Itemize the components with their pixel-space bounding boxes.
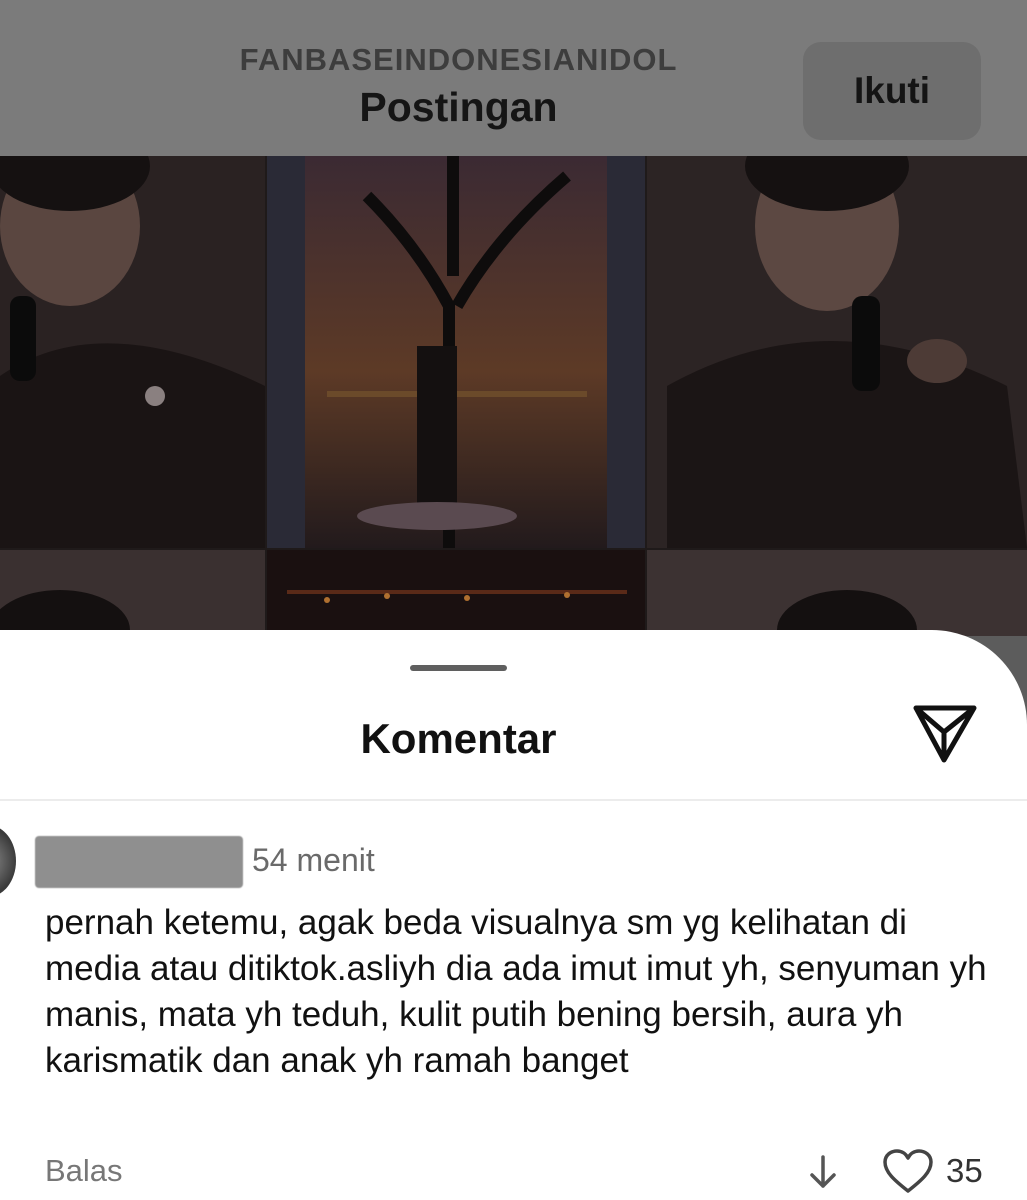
post-photo-collage[interactable] [0,156,1027,636]
comment-text: pernah ketemu, agak beda visualnya sm yg… [45,903,987,1080]
photo-lower-right [647,550,1027,636]
photo-lower-center [267,550,645,636]
sheet-divider [0,799,1027,801]
follow-button[interactable]: Ikuti [803,42,981,140]
like-count: 35 [946,1152,983,1189]
photo-lower-left [0,550,265,636]
photo-singer-left [0,156,265,548]
photo-stage-center [267,156,645,548]
share-icon[interactable] [912,702,978,764]
sheet-title: Komentar [360,715,557,762]
heart-icon[interactable] [882,1148,934,1194]
account-username[interactable]: FANBASEINDONESIANIDOL [0,42,917,78]
reply-button[interactable]: Balas [45,1153,123,1189]
sheet-grabber[interactable] [410,665,507,671]
photo-singer-right [647,156,1027,548]
redacted-username [35,836,243,888]
downvote-icon[interactable] [808,1154,838,1190]
page-title: Postingan [359,84,558,130]
comment-time: 54 menit [252,842,375,878]
post-header: FANBASEINDONESIANIDOL Postingan Ikuti [0,0,1027,156]
